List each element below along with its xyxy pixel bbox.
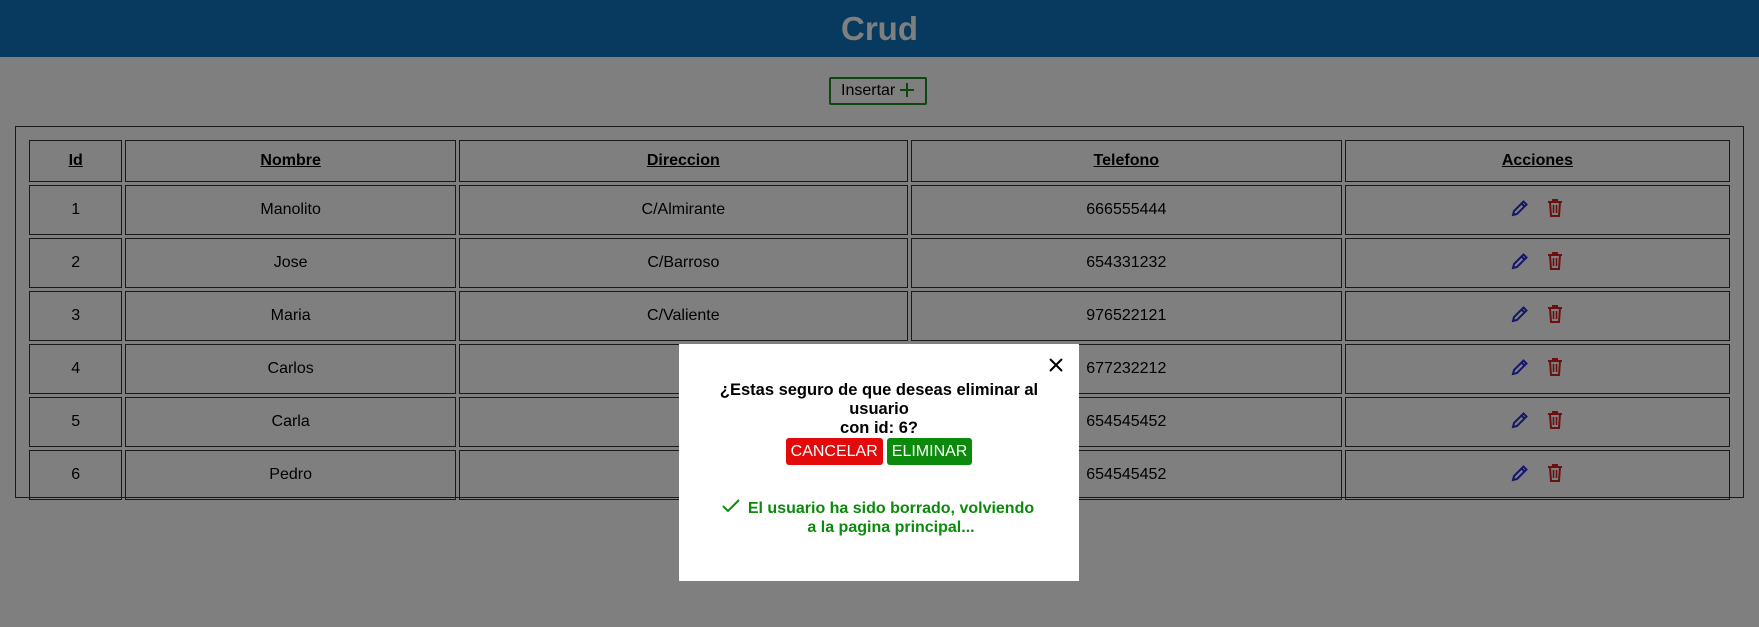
cancel-button[interactable]: CANCELAR: [785, 438, 883, 465]
success-line-2: a la pagina principal...: [807, 519, 975, 536]
question-line-2: con id: 6?: [840, 419, 918, 437]
success-message: El usuario ha sido borrado, volviendo a …: [679, 499, 1079, 537]
close-icon[interactable]: [1045, 354, 1067, 376]
confirm-delete-button[interactable]: ELIMINAR: [886, 438, 973, 465]
success-line-1: El usuario ha sido borrado, volviendo: [747, 500, 1035, 517]
checkmark-icon: [722, 499, 740, 518]
confirmation-question: ¿Estas seguro de que deseas eliminar al …: [689, 381, 1069, 438]
modal-buttons: CANCELAR ELIMINAR: [679, 438, 1079, 465]
delete-confirmation-modal: ¿Estas seguro de que deseas eliminar al …: [679, 344, 1079, 581]
question-line-1: ¿Estas seguro de que deseas eliminar al …: [719, 381, 1039, 418]
